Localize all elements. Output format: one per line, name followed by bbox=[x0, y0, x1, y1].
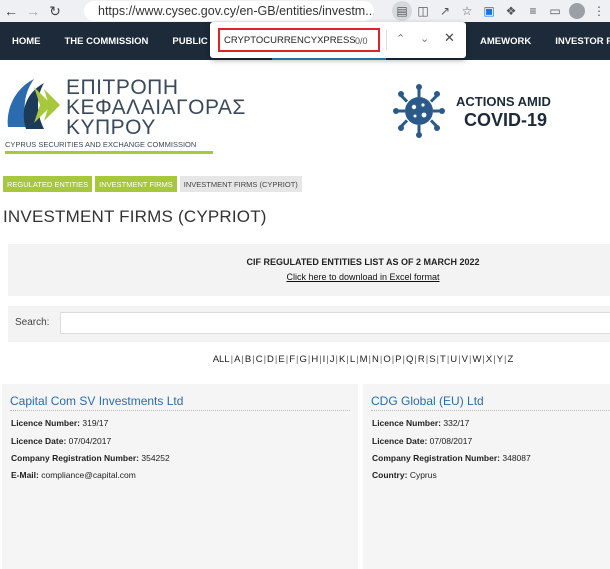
card-divider bbox=[371, 410, 610, 411]
breadcrumb-regulated-entities[interactable]: REGULATED ENTITIES bbox=[3, 176, 93, 192]
alphabet-letter-g[interactable]: G bbox=[299, 354, 306, 365]
cif-list-box: CIF REGULATED ENTITIES LIST AS OF 2 MARC… bbox=[8, 244, 610, 296]
menu-kebab-icon[interactable]: ⋮ bbox=[588, 0, 610, 22]
virus-icon[interactable] bbox=[393, 83, 445, 139]
extension-s-icon[interactable]: ▣ bbox=[478, 0, 500, 22]
nav-home[interactable]: HOME bbox=[0, 36, 53, 47]
excel-download-link[interactable]: Click here to download in Excel format bbox=[8, 272, 610, 282]
email-field: E-Mail: compliance@capital.com bbox=[11, 470, 136, 480]
licence-date-field: Licence Date: 07/04/2017 bbox=[11, 436, 112, 446]
licence-date-field: Licence Date: 07/08/2017 bbox=[372, 436, 473, 446]
alphabet-letter-n[interactable]: N bbox=[372, 354, 379, 365]
country-field: Country: Cyprus bbox=[372, 470, 437, 480]
search-input[interactable] bbox=[60, 312, 610, 334]
alphabet-letter-t[interactable]: T bbox=[440, 354, 446, 365]
breadcrumb: REGULATED ENTITIES INVESTMENT FIRMS INVE… bbox=[3, 176, 302, 192]
puzzle-icon[interactable]: ❖ bbox=[500, 0, 522, 22]
alphabet-letter-c[interactable]: C bbox=[256, 354, 263, 365]
breadcrumb-investment-firms[interactable]: INVESTMENT FIRMS bbox=[95, 176, 177, 192]
nav-framework[interactable]: AMEWORK bbox=[468, 36, 543, 47]
nav-the-commission[interactable]: THE COMMISSION bbox=[53, 36, 161, 47]
alphabet-letter-p[interactable]: P bbox=[395, 354, 401, 365]
reload-icon[interactable]: ↻ bbox=[44, 0, 66, 22]
star-icon[interactable]: ☆ bbox=[456, 0, 478, 22]
alphabet-letter-all[interactable]: ALL bbox=[213, 354, 230, 365]
find-divider bbox=[386, 30, 387, 50]
cif-list-title: CIF REGULATED ENTITIES LIST AS OF 2 MARC… bbox=[246, 257, 480, 267]
profile-avatar[interactable] bbox=[566, 0, 588, 22]
search-section: Search: bbox=[8, 306, 610, 342]
entity-card: Capital Com SV Investments Ltd Licence N… bbox=[2, 384, 358, 569]
alphabet-letter-o[interactable]: O bbox=[383, 354, 390, 365]
page-title: INVESTMENT FIRMS (CYPRIOT) bbox=[3, 207, 267, 226]
registration-number-field: Company Registration Number: 348087 bbox=[372, 453, 531, 463]
registration-number-field: Company Registration Number: 354252 bbox=[11, 453, 170, 463]
page-icon[interactable]: ▤ bbox=[392, 1, 412, 21]
back-arrow-icon[interactable]: ← bbox=[0, 0, 22, 22]
logo-english-text: CYPRUS SECURITIES AND EXCHANGE COMMISSIO… bbox=[5, 140, 197, 149]
alphabet-letter-s[interactable]: S bbox=[429, 354, 435, 365]
find-match-count: 0/0 bbox=[355, 36, 368, 46]
logo-greek-text: ΕΠΙΤΡΟΠΗ ΚΕΦΑΛΑΙΑΓΟΡΑΣ ΚΥΠΡΟΥ bbox=[66, 76, 246, 139]
licence-number-field: Licence Number: 332/17 bbox=[372, 418, 470, 428]
entity-name-link[interactable]: Capital Com SV Investments Ltd bbox=[10, 394, 183, 408]
alphabet-letter-r[interactable]: R bbox=[418, 354, 425, 365]
breadcrumb-current: INVESTMENT FIRMS (CYPRIOT) bbox=[179, 176, 302, 192]
alphabet-filter: ALL|A|B|C|D|E|F|G|H|I|J|K|L|M|N|O|P|Q|R|… bbox=[0, 354, 610, 365]
logo-underline bbox=[5, 151, 213, 154]
find-query: CRYPTOCURRENCYXPRESS bbox=[224, 34, 356, 46]
browser-toolbar: ← → ↻ https://www.cysec.gov.cy/en-GB/ent… bbox=[0, 0, 610, 22]
alphabet-letter-z[interactable]: Z bbox=[508, 354, 514, 365]
card-divider bbox=[10, 410, 350, 411]
address-bar[interactable]: https://www.cysec.gov.cy/en-GB/entities/… bbox=[84, 1, 374, 21]
nav-investor-protection[interactable]: INVESTOR PROTE bbox=[543, 36, 610, 47]
find-close-icon[interactable]: ✕ bbox=[444, 30, 455, 46]
url-text: https://www.cysec.gov.cy/en-GB/entities/… bbox=[98, 4, 374, 18]
find-in-page-bar: CRYPTOCURRENCYXPRESS 0/0 ⌃ ⌄ ✕ bbox=[210, 22, 466, 58]
licence-number-field: Licence Number: 319/17 bbox=[11, 418, 109, 428]
share-icon[interactable]: ↗ bbox=[434, 0, 456, 22]
covid-banner-line2[interactable]: COVID-19 bbox=[464, 110, 547, 131]
alphabet-letter-j[interactable]: J bbox=[330, 354, 335, 365]
find-previous-icon[interactable]: ⌃ bbox=[396, 32, 405, 45]
translate-icon[interactable]: ◫ bbox=[412, 0, 434, 22]
sidepanel-icon[interactable]: ▭ bbox=[544, 0, 566, 22]
forward-arrow-icon[interactable]: → bbox=[22, 0, 44, 22]
search-label: Search: bbox=[15, 317, 50, 328]
alphabet-letter-d[interactable]: D bbox=[267, 354, 274, 365]
covid-banner-line1[interactable]: ACTIONS AMID bbox=[456, 94, 551, 109]
find-next-icon[interactable]: ⌄ bbox=[420, 32, 429, 45]
media-icon[interactable]: ≡ bbox=[522, 0, 544, 22]
alphabet-letter-m[interactable]: M bbox=[360, 354, 368, 365]
entity-card: CDG Global (EU) Ltd Licence Number: 332/… bbox=[363, 384, 610, 569]
cysec-logo-icon[interactable] bbox=[4, 75, 62, 135]
entity-name-link[interactable]: CDG Global (EU) Ltd bbox=[371, 394, 484, 408]
alphabet-letter-e[interactable]: E bbox=[278, 354, 284, 365]
